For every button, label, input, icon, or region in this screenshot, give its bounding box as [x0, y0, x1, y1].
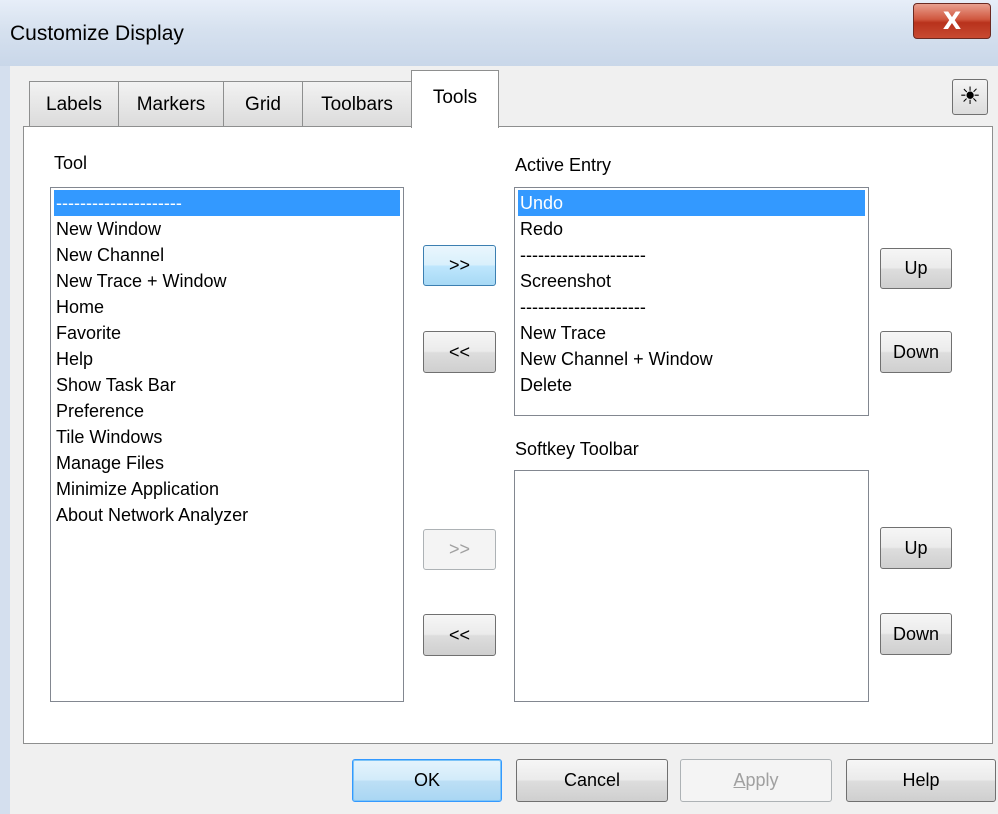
button-label: << [448, 624, 471, 645]
list-item[interactable]: Delete [518, 372, 865, 398]
help-button[interactable]: Help [846, 759, 996, 802]
tab-label: Grid [245, 93, 281, 115]
remove-from-softkey-toolbar-button[interactable]: << [423, 614, 496, 656]
add-to-softkey-toolbar-button[interactable]: >> [423, 529, 496, 570]
list-item[interactable]: New Window [54, 216, 400, 242]
button-label: pply [745, 770, 779, 790]
tab-label: Labels [46, 93, 102, 115]
list-item[interactable]: --------------------- [518, 294, 865, 320]
tab-tools[interactable]: Tools [411, 70, 499, 128]
ok-button[interactable]: OK [352, 759, 502, 802]
list-item[interactable]: New Trace + Window [54, 268, 400, 294]
apply-button[interactable]: Apply [680, 759, 832, 802]
button-label: Down [892, 623, 940, 644]
softkey-toolbar-down-button[interactable]: Down [880, 613, 952, 655]
close-button[interactable]: X [913, 3, 991, 39]
list-item[interactable]: Undo [518, 190, 865, 216]
tab-toolbars[interactable]: Toolbars [302, 81, 412, 127]
display-toggle-button[interactable]: ☀ [952, 79, 988, 115]
sun-icon: ☀ [959, 83, 981, 110]
remove-from-active-entry-button[interactable]: << [423, 331, 496, 373]
button-label: Up [904, 258, 928, 278]
add-to-active-entry-button[interactable]: >> [423, 245, 496, 286]
list-item[interactable]: Redo [518, 216, 865, 242]
active-entry-down-button[interactable]: Down [880, 331, 952, 373]
list-item[interactable]: Tile Windows [54, 424, 400, 450]
list-item[interactable]: New Channel [54, 242, 400, 268]
active-entry-listbox[interactable]: Undo Redo --------------------- Screenshot -… [514, 187, 869, 416]
list-item[interactable]: Screenshot [518, 268, 865, 294]
button-label: Up [904, 537, 928, 558]
tool-label: Tool [54, 153, 88, 173]
cancel-button[interactable]: Cancel [516, 759, 668, 802]
tab-grid[interactable]: Grid [223, 81, 303, 127]
button-label: >> [448, 255, 471, 275]
tool-listbox[interactable]: --------------------- New Window New Chann… [50, 187, 404, 702]
title-bar: Customize Display X [0, 0, 998, 66]
list-item[interactable]: Minimize Application [54, 476, 400, 502]
list-item[interactable]: Manage Files [54, 450, 400, 476]
active-entry-label: Active Entry [515, 155, 612, 175]
list-item[interactable]: Preference [54, 398, 400, 424]
button-label: >> [448, 539, 471, 559]
list-item[interactable]: New Trace [518, 320, 865, 346]
apply-accelerator: A [733, 770, 746, 790]
button-label: Help [902, 770, 940, 790]
tab-label: Markers [136, 93, 206, 115]
tab-label: Tools [432, 87, 478, 108]
list-item[interactable]: Favorite [54, 320, 400, 346]
tab-label: Toolbars [321, 93, 393, 115]
list-item[interactable]: About Network Analyzer [54, 502, 400, 528]
list-item[interactable]: Help [54, 346, 400, 372]
button-label: OK [413, 770, 440, 790]
list-item[interactable]: --------------------- [54, 190, 400, 216]
button-label: Cancel [563, 770, 621, 790]
active-entry-up-button[interactable]: Up [880, 248, 952, 289]
button-label: << [448, 341, 471, 362]
window-border [0, 66, 10, 814]
window-title: Customize Display [10, 22, 184, 45]
list-item[interactable]: Home [54, 294, 400, 320]
tab-labels[interactable]: Labels [29, 81, 119, 127]
softkey-toolbar-label: Softkey Toolbar [515, 439, 639, 459]
tab-markers[interactable]: Markers [118, 81, 224, 127]
list-item[interactable]: --------------------- [518, 242, 865, 268]
softkey-toolbar-up-button[interactable]: Up [880, 527, 952, 569]
softkey-toolbar-listbox[interactable] [514, 470, 869, 702]
list-item[interactable]: New Channel + Window [518, 346, 865, 372]
button-label: Down [892, 341, 940, 362]
close-icon: X [942, 7, 962, 35]
list-item[interactable]: Show Task Bar [54, 372, 400, 398]
